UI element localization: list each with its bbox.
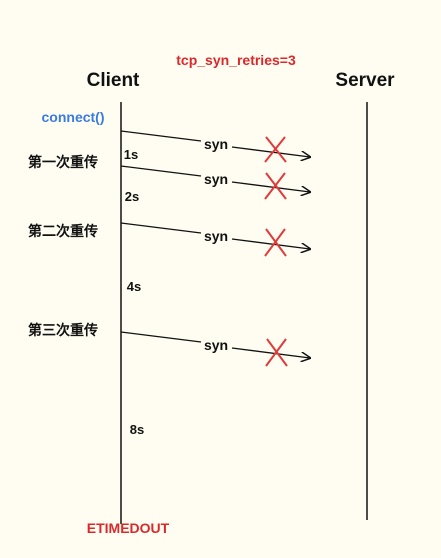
tcp-syn-retry-diagram: tcp_syn_retries=3 Client Server connect(… (0, 0, 441, 558)
syn-label: syn (204, 171, 228, 187)
syn-message-retry-3: syn (120, 331, 310, 367)
interval-2s-label: 2s (125, 189, 139, 204)
interval-1s-label: 1s (124, 147, 138, 162)
syn-message-original: syn (120, 130, 310, 163)
interval-8s-label: 8s (130, 422, 144, 437)
syn-label: syn (204, 228, 228, 244)
third-retransmission-label: 第三次重传 (28, 322, 98, 338)
connect-call-label: connect() (42, 109, 105, 125)
syn-retries-config-label: tcp_syn_retries=3 (176, 52, 296, 68)
syn-message-retry-1: syn (120, 165, 310, 200)
lost-packet-x-icon (264, 136, 287, 163)
lost-packet-x-icon (264, 228, 287, 257)
etimedout-result-label: ETIMEDOUT (87, 520, 170, 536)
syn-label: syn (204, 136, 228, 152)
interval-4s-label: 4s (127, 279, 141, 294)
first-retransmission-label: 第一次重传 (28, 154, 98, 170)
syn-message-retry-2: syn (120, 222, 310, 257)
sequence-diagram-canvas: tcp_syn_retries=3 Client Server connect(… (28, 52, 395, 536)
client-heading: Client (87, 70, 140, 91)
second-retransmission-label: 第二次重传 (28, 223, 98, 239)
syn-label: syn (204, 337, 228, 353)
server-heading: Server (335, 70, 395, 91)
